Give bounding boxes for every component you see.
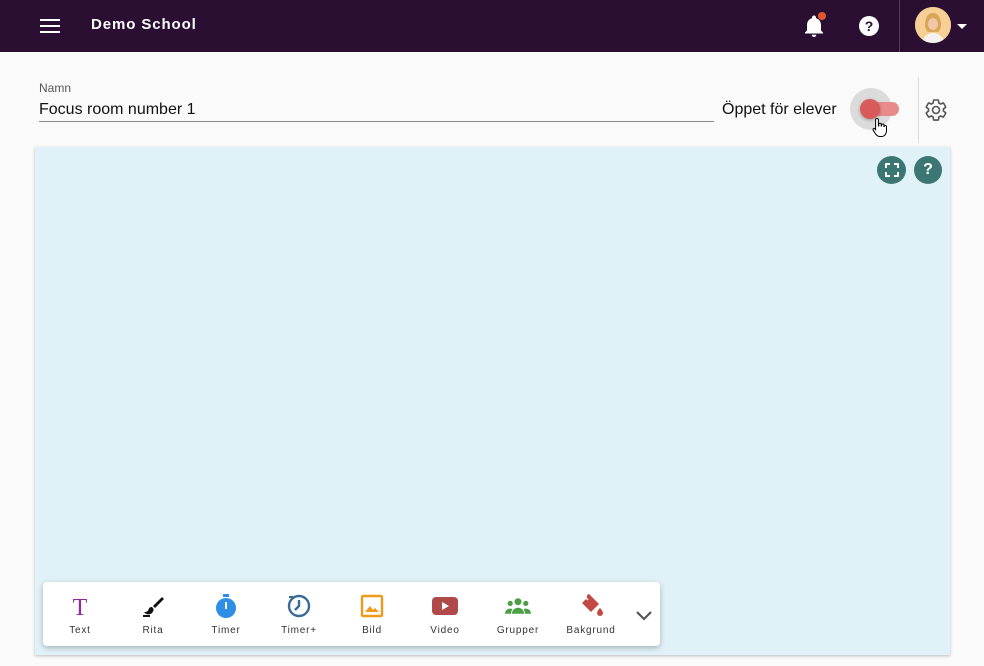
school-name: Demo School	[91, 16, 197, 33]
timer-plus-icon	[286, 593, 312, 619]
brush-icon	[140, 593, 166, 619]
expand-toolbar-button[interactable]	[633, 604, 655, 626]
tool-label: Grupper	[496, 625, 540, 636]
video-icon	[432, 593, 458, 619]
settings-button[interactable]	[924, 98, 948, 122]
notifications-button[interactable]	[800, 12, 828, 40]
avatar[interactable]	[915, 7, 951, 43]
text-icon: T	[67, 593, 93, 619]
tool-label: Bild	[362, 625, 382, 636]
menu-icon[interactable]	[36, 14, 64, 38]
tool-groups[interactable]: Grupper	[483, 582, 553, 646]
tool-label: Timer+	[281, 625, 317, 636]
account-dropdown-caret-icon[interactable]	[955, 19, 969, 33]
settings-divider	[918, 77, 919, 143]
tool-draw[interactable]: Rita	[118, 582, 188, 646]
stopwatch-icon	[213, 593, 239, 619]
widget-toolbar: T Text Rita Timer Timer+ Bild Video Grup…	[43, 582, 660, 646]
fullscreen-icon	[884, 163, 899, 177]
tool-label: Bakgrund	[566, 625, 616, 636]
help-icon: ?	[923, 161, 933, 178]
tool-video[interactable]: Video	[410, 582, 480, 646]
tool-label: Rita	[142, 625, 164, 636]
tool-label: Timer	[211, 625, 241, 636]
groups-icon	[505, 593, 531, 619]
hand-cursor-icon	[872, 117, 887, 137]
canvas-help-button[interactable]: ?	[914, 156, 942, 184]
chevron-down-icon	[636, 611, 652, 621]
svg-text:?: ?	[865, 18, 874, 34]
fullscreen-button[interactable]	[877, 156, 906, 184]
top-app-bar: Demo School ?	[0, 0, 984, 52]
tool-text[interactable]: T Text	[45, 582, 115, 646]
tool-label: Video	[430, 625, 460, 636]
tool-timer-plus[interactable]: Timer+	[264, 582, 334, 646]
help-icon: ?	[859, 16, 879, 36]
tool-timer[interactable]: Timer	[191, 582, 261, 646]
header-divider	[899, 0, 900, 52]
room-name-input[interactable]	[39, 98, 714, 122]
notification-badge	[818, 12, 826, 20]
name-label: Namn	[39, 81, 72, 95]
gear-icon	[925, 99, 947, 121]
room-canvas[interactable]: ?	[35, 147, 950, 655]
help-button[interactable]: ?	[855, 12, 883, 40]
tool-image[interactable]: Bild	[337, 582, 407, 646]
image-icon	[359, 593, 385, 619]
tool-label: Text	[69, 625, 91, 636]
open-for-students-label: Öppet för elever	[722, 101, 837, 118]
svg-text:T: T	[73, 595, 88, 618]
toggle-thumb	[860, 99, 880, 119]
paint-bucket-icon	[578, 593, 604, 619]
tool-background[interactable]: Bakgrund	[556, 582, 626, 646]
